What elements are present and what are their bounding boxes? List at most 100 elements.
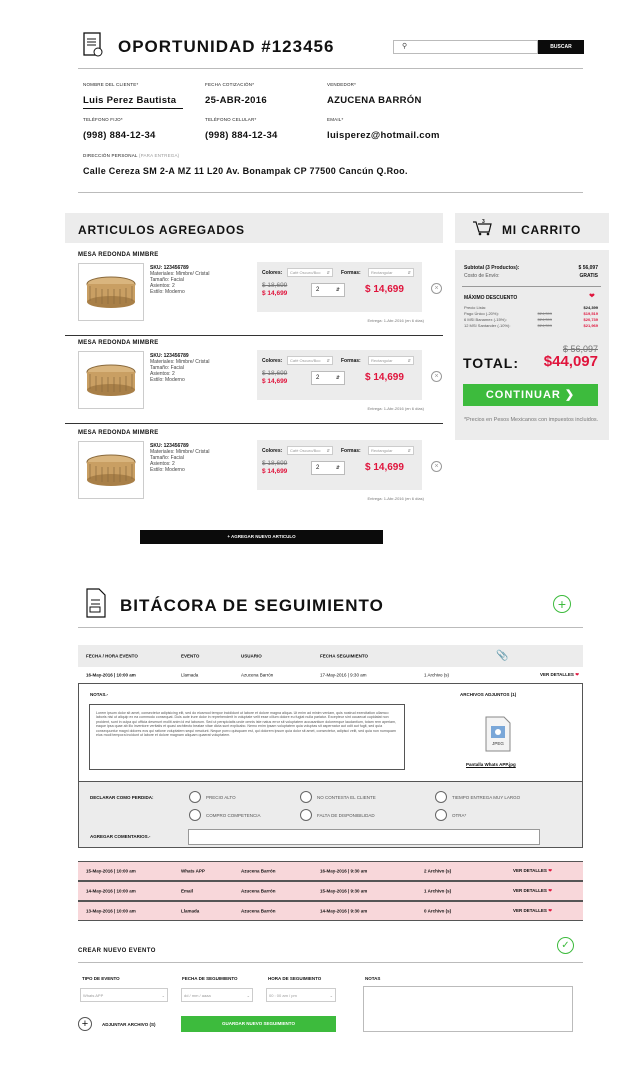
shipping-value: GRATIS: [579, 273, 598, 279]
follow-time-value: 00 : 00 am / pm: [269, 992, 297, 998]
quantity-value: 2: [316, 375, 320, 381]
item-total: $ 14,699: [365, 284, 404, 295]
table-icon: [86, 276, 136, 308]
view-details-link[interactable]: VER DETALLES ❤: [513, 908, 552, 914]
discount-old: $24,399: [537, 311, 552, 316]
chevron-down-icon: ❤: [548, 868, 552, 873]
option-label: TIEMPO ENTREGA MUY LARGO: [452, 795, 521, 800]
seller: AZUCENA BARRÓN: [327, 95, 422, 106]
chevron-down-icon: ⇵: [326, 358, 330, 363]
option-label: NO CONTESTA EL CLIENTE: [317, 795, 376, 800]
divider: [78, 962, 583, 963]
remove-item-icon[interactable]: ×: [431, 461, 442, 472]
add-log-icon[interactable]: +: [553, 595, 571, 613]
save-follow-button[interactable]: GUARDAR NUEVO SEGUIMIENTO: [181, 1016, 336, 1032]
product-image[interactable]: [78, 263, 144, 321]
document-icon: [83, 32, 103, 58]
remove-item-icon[interactable]: ×: [431, 283, 442, 294]
new-notes-input[interactable]: [363, 986, 573, 1032]
continue-button[interactable]: CONTINUAR ❯: [463, 384, 598, 406]
chevron-down-icon: ⌄: [246, 992, 250, 998]
chevron-down-icon: ❤: [548, 888, 552, 893]
table-row[interactable]: 14-May-2016 | 10:00 am Email Azucena Bar…: [78, 881, 583, 901]
follow-time-input[interactable]: 00 : 00 am / pm ⌄: [266, 988, 336, 1002]
table-row[interactable]: 13-May-2016 | 10:00 am Llamada Azucena B…: [78, 901, 583, 921]
client-name-underline: [83, 108, 183, 109]
client-name-label: NOMBRE DEL CLIENTE*: [83, 82, 139, 87]
row-user: Azucena Barrón: [241, 672, 274, 678]
phone-label: TELÉFONO FIJO*: [83, 117, 123, 122]
table-row[interactable]: 15-May-2016 | 10:00 am Whats APP Azucena…: [78, 861, 583, 881]
comments-input[interactable]: [188, 829, 540, 845]
follow-date-input[interactable]: dd / mm / aaaa ⌄: [181, 988, 253, 1002]
quantity-stepper[interactable]: 2 ⇵: [311, 371, 345, 385]
chevron-down-icon[interactable]: ❤: [589, 292, 595, 300]
row-event: Whats APP: [181, 868, 205, 874]
chevron-down-icon: ⇵: [407, 358, 411, 363]
radio-otra[interactable]: [435, 809, 447, 821]
row-event: Llamada: [181, 908, 200, 914]
product-image[interactable]: [78, 351, 144, 409]
forms-select[interactable]: Rectangular ⇵: [368, 356, 414, 365]
radio-tiempo-entrega[interactable]: [435, 791, 447, 803]
address-note: (PARA ENTREGA): [138, 153, 180, 158]
old-price: $ 18,699: [262, 370, 288, 377]
radio-falta-disponibilidad[interactable]: [300, 809, 312, 821]
chevron-down-icon: ⌄: [329, 992, 333, 998]
header-user: USUARIO: [241, 653, 262, 659]
row-follow: 15-May-2016 | 9:30 am: [320, 888, 368, 894]
chevron-down-icon: ⇵: [407, 270, 411, 275]
follow-date-label: FECHA DE SEGUIMIENTO: [182, 976, 238, 981]
event-type-select[interactable]: Whats APP ⌄: [80, 988, 168, 1002]
event-type-label: TIPO DE EVENTO: [82, 976, 120, 981]
phone: (998) 884-12-34: [83, 130, 156, 141]
view-details-link[interactable]: VER DETALLES ❤: [540, 672, 579, 678]
view-details-link[interactable]: VER DETALLES ❤: [513, 888, 552, 894]
check-circle-icon[interactable]: ✓: [557, 937, 574, 954]
forms-value: Rectangular: [371, 358, 393, 363]
cart-title: MI CARRITO: [502, 223, 582, 237]
row-event: Llamada: [181, 672, 199, 678]
radio-no-contesta[interactable]: [300, 791, 312, 803]
colors-select[interactable]: Café Oscuro/Bco ⇵: [287, 446, 333, 455]
old-price: $ 18,699: [262, 460, 288, 467]
discount-old: $24,399: [537, 317, 552, 322]
search-button[interactable]: BUSCAR: [538, 40, 584, 54]
product-image[interactable]: [78, 441, 144, 499]
quantity-stepper[interactable]: 2 ⇵: [311, 461, 345, 475]
cell-label: TELÉFONO CELULAR*: [205, 117, 257, 122]
colors-select[interactable]: Café Oscuro/Bco ⇵: [287, 268, 333, 277]
row-follow: 17-May-2016 | 9:30 am: [320, 672, 367, 678]
table-icon: [86, 364, 136, 396]
client-name: Luis Perez Bautista: [83, 95, 177, 106]
remove-item-icon[interactable]: ×: [431, 371, 442, 382]
total-label: TOTAL:: [463, 355, 520, 371]
address-label-text: DIRECCIÓN PERSONAL: [83, 153, 138, 158]
colors-select[interactable]: Café Oscuro/Bco ⇵: [287, 356, 333, 365]
attachment-name[interactable]: Pantalla Whats APP.jpg: [466, 762, 516, 767]
forms-select[interactable]: Rectangular ⇵: [368, 268, 414, 277]
follow-date-value: dd / mm / aaaa: [184, 992, 211, 998]
search-input[interactable]: ⚲: [393, 40, 538, 54]
add-file-icon[interactable]: +: [78, 1017, 92, 1031]
quantity-stepper[interactable]: 2 ⇵: [311, 283, 345, 297]
attach-label[interactable]: ADJUNTAR ARCHIVO (S): [102, 1022, 156, 1027]
discount-value: $19,519: [583, 311, 598, 316]
radio-compro-competencia[interactable]: [189, 809, 201, 821]
new-price: $ 14,699: [262, 290, 288, 297]
divider: [78, 192, 583, 193]
item-name: MESA REDONDA MIMBRE: [78, 340, 159, 346]
jpeg-file-icon[interactable]: JPEG: [484, 716, 512, 752]
notes-box: Lorem ipsum dolor sit amet, consectetur …: [89, 704, 405, 770]
log-title: BITÁCORA DE SEGUIMIENTO: [120, 596, 384, 615]
table-row[interactable]: 16-May-2016 | 10:00 am Llamada Azucena B…: [78, 667, 583, 683]
quantity-value: 2: [316, 287, 320, 293]
add-article-button[interactable]: + AGREGAR NUEVO ARTICULO: [140, 530, 383, 544]
view-details-link[interactable]: VER DETALLES ❤: [513, 868, 552, 874]
header-event: EVENTO: [181, 653, 200, 659]
item-delivery: Entrega: 1-Abr-2016 (en 6 días): [367, 406, 424, 411]
forms-select[interactable]: Rectangular ⇵: [368, 446, 414, 455]
item-divider: [65, 423, 443, 424]
colors-value: Café Oscuro/Bco: [290, 270, 321, 275]
radio-precio-alto[interactable]: [189, 791, 201, 803]
